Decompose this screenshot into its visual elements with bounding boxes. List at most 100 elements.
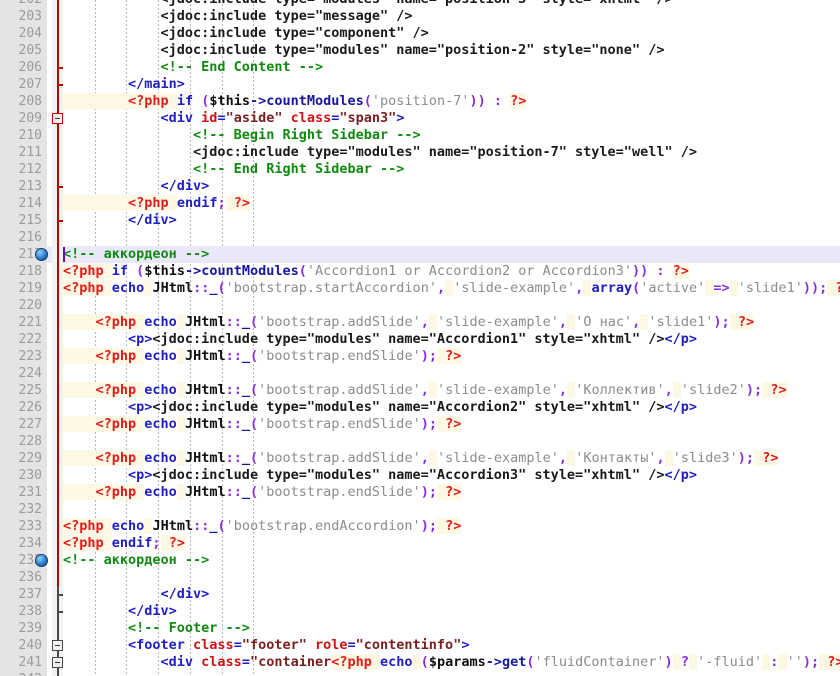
line-number: 232 bbox=[0, 501, 47, 518]
fold-toggle-icon[interactable] bbox=[52, 113, 63, 124]
code-line-215[interactable]: 215 </div> bbox=[0, 212, 840, 229]
code-line-228[interactable]: 228 bbox=[0, 433, 840, 450]
code-line-235[interactable]: 235 <!-- аккордеон --> bbox=[0, 552, 840, 569]
code-text[interactable]: <!-- End Content --> bbox=[63, 59, 324, 76]
code-line-209[interactable]: 209 <div id="aside" class="span3"> bbox=[0, 110, 840, 127]
code-text[interactable]: <?php endif; ?> bbox=[63, 195, 250, 212]
code-text[interactable]: <?php echo JHtml::_('bootstrap.endSlide'… bbox=[63, 348, 462, 365]
code-text[interactable]: <?php if ($this->countModules('position-… bbox=[63, 93, 527, 110]
code-line-233[interactable]: 233 <?php echo JHtml::_('bootstrap.endAcc… bbox=[0, 518, 840, 535]
fold-toggle-icon[interactable] bbox=[52, 657, 63, 668]
code-text[interactable]: </div> bbox=[63, 212, 177, 229]
code-line-237[interactable]: 237 </div> bbox=[0, 586, 840, 603]
code-text[interactable]: </main> bbox=[63, 76, 185, 93]
code-line-205[interactable]: 205 <jdoc:include type="modules" name="p… bbox=[0, 42, 840, 59]
code-text[interactable]: <?php endif; ?> bbox=[63, 535, 185, 552]
code-text[interactable]: </div> bbox=[63, 178, 210, 195]
code-text[interactable]: <?php echo JHtml::_('bootstrap.endSlide'… bbox=[63, 416, 462, 433]
code-line-238[interactable]: 238 </div> bbox=[0, 603, 840, 620]
code-line-226[interactable]: 226 <p><jdoc:include type="modules" name… bbox=[0, 399, 840, 416]
token-str: 'bootstrap.addSlide' bbox=[258, 314, 421, 330]
code-text[interactable]: <jdoc:include type="modules" name="posit… bbox=[63, 42, 665, 59]
code-text[interactable]: <!-- аккордеон --> bbox=[63, 552, 209, 569]
code-text[interactable]: <div class="container<?php echo ($params… bbox=[63, 654, 840, 671]
code-line-239[interactable]: 239 <!-- Footer --> bbox=[0, 620, 840, 637]
code-line-212[interactable]: 212 <!-- End Right Sidebar --> bbox=[0, 161, 840, 178]
fold-range-bar bbox=[57, 161, 59, 178]
code-line-207[interactable]: 207 </main> bbox=[0, 76, 840, 93]
code-line-223[interactable]: 223 <?php echo JHtml::_('bootstrap.endSl… bbox=[0, 348, 840, 365]
code-text[interactable]: <!-- End Right Sidebar --> bbox=[63, 161, 404, 178]
code-text[interactable]: </div> bbox=[63, 586, 210, 603]
code-text[interactable]: <p><jdoc:include type="modules" name="Ac… bbox=[63, 399, 697, 416]
code-text[interactable] bbox=[63, 671, 226, 676]
code-text[interactable]: <div id="aside" class="span3"> bbox=[63, 110, 405, 127]
code-line-220[interactable]: 220 bbox=[0, 297, 840, 314]
code-text[interactable]: <!-- аккордеон --> bbox=[63, 246, 209, 263]
fold-toggle-icon[interactable] bbox=[52, 640, 63, 651]
bookmark-icon[interactable] bbox=[35, 248, 48, 261]
code-line-210[interactable]: 210 <!-- Begin Right Sidebar --> bbox=[0, 127, 840, 144]
line-number: 223 bbox=[0, 348, 47, 365]
code-text[interactable]: <jdoc:include type="component" /> bbox=[63, 25, 429, 42]
code-text[interactable]: </div> bbox=[63, 603, 177, 620]
line-number: 231 bbox=[0, 484, 47, 501]
token-pun: ; bbox=[217, 195, 226, 211]
fold-range-bar bbox=[57, 416, 59, 433]
code-line-219[interactable]: 219 <?php echo JHtml::_('bootstrap.startA… bbox=[0, 280, 840, 297]
code-line-242[interactable]: 242 bbox=[0, 671, 840, 676]
code-line-240[interactable]: 240 <footer class="footer" role="content… bbox=[0, 637, 840, 654]
code-line-231[interactable]: 231 <?php echo JHtml::_('bootstrap.endSl… bbox=[0, 484, 840, 501]
line-number: 202 bbox=[0, 0, 47, 8]
code-line-217[interactable]: 217 <!-- аккордеон --> bbox=[0, 246, 840, 263]
code-line-234[interactable]: 234 <?php endif; ?> bbox=[0, 535, 840, 552]
code-text[interactable]: <?php echo JHtml::_('bootstrap.addSlide'… bbox=[63, 450, 779, 467]
code-line-204[interactable]: 204 <jdoc:include type="component" /> bbox=[0, 25, 840, 42]
token-pun: :: bbox=[225, 416, 242, 432]
code-line-206[interactable]: 206 <!-- End Content --> bbox=[0, 59, 840, 76]
line-number: 228 bbox=[0, 433, 47, 450]
code-line-232[interactable]: 232 bbox=[0, 501, 840, 518]
code-line-227[interactable]: 227 <?php echo JHtml::_('bootstrap.endSl… bbox=[0, 416, 840, 433]
code-line-216[interactable]: 216 bbox=[0, 229, 840, 246]
code-text[interactable]: <footer class="footer" role="contentinfo… bbox=[63, 637, 469, 654]
token-phpsp bbox=[754, 450, 763, 466]
fold-range-bar bbox=[57, 195, 59, 212]
code-text[interactable]: <jdoc:include type="modules" name="posit… bbox=[63, 0, 673, 8]
code-text[interactable]: <p><jdoc:include type="modules" name="Ac… bbox=[63, 331, 697, 348]
token-phpsp bbox=[664, 450, 673, 466]
code-text[interactable]: <?php echo JHtml::_('bootstrap.endSlide'… bbox=[63, 484, 462, 501]
code-line-229[interactable]: 229 <?php echo JHtml::_('bootstrap.addSl… bbox=[0, 450, 840, 467]
code-text[interactable]: <?php echo JHtml::_('bootstrap.endAccord… bbox=[63, 518, 462, 535]
bookmark-icon[interactable] bbox=[35, 554, 48, 567]
code-line-218[interactable]: 218 <?php if ($this->countModules('Accord… bbox=[0, 263, 840, 280]
code-text[interactable]: <?php echo JHtml::_('bootstrap.addSlide'… bbox=[63, 382, 787, 399]
code-line-214[interactable]: 214 <?php endif; ?> bbox=[0, 195, 840, 212]
token-var: JHtml bbox=[184, 416, 226, 432]
code-line-225[interactable]: 225 <?php echo JHtml::_('bootstrap.addSl… bbox=[0, 382, 840, 399]
code-line-222[interactable]: 222 <p><jdoc:include type="modules" name… bbox=[0, 331, 840, 348]
code-line-221[interactable]: 221 <?php echo JHtml::_('bootstrap.addSl… bbox=[0, 314, 840, 331]
code-text[interactable]: <?php echo JHtml::_('bootstrap.startAcco… bbox=[63, 280, 840, 297]
code-line-230[interactable]: 230 <p><jdoc:include type="modules" name… bbox=[0, 467, 840, 484]
code-line-236[interactable]: 236 bbox=[0, 569, 840, 586]
code-text[interactable]: <!-- Begin Right Sidebar --> bbox=[63, 127, 421, 144]
code-editor[interactable]: 202 <jdoc:include type="modules" name="p… bbox=[0, 0, 840, 676]
code-line-213[interactable]: 213 </div> bbox=[0, 178, 840, 195]
code-line-211[interactable]: 211 <jdoc:include type="modules" name="p… bbox=[0, 144, 840, 161]
code-line-202[interactable]: 202 <jdoc:include type="modules" name="p… bbox=[0, 0, 840, 8]
token-str: '' bbox=[786, 654, 803, 670]
token-mth: _ bbox=[241, 348, 250, 364]
code-line-203[interactable]: 203 <jdoc:include type="message" /> bbox=[0, 8, 840, 25]
token-tag: <p> bbox=[63, 331, 153, 347]
code-line-224[interactable]: 224 bbox=[0, 365, 840, 382]
code-line-208[interactable]: 208 <?php if ($this->countModules('posit… bbox=[0, 93, 840, 110]
code-text[interactable]: <!-- Footer --> bbox=[63, 620, 250, 637]
code-line-241[interactable]: 241 <div class="container<?php echo ($pa… bbox=[0, 654, 840, 671]
code-text[interactable]: <?php echo JHtml::_('bootstrap.addSlide'… bbox=[63, 314, 755, 331]
token-kw: endif bbox=[176, 195, 218, 211]
code-text[interactable]: <jdoc:include type="modules" name="posit… bbox=[63, 144, 697, 161]
code-text[interactable]: <jdoc:include type="message" /> bbox=[63, 8, 413, 25]
code-text[interactable]: <p><jdoc:include type="modules" name="Ac… bbox=[63, 467, 697, 484]
code-text[interactable]: <?php if ($this->countModules('Accordion… bbox=[63, 263, 689, 280]
